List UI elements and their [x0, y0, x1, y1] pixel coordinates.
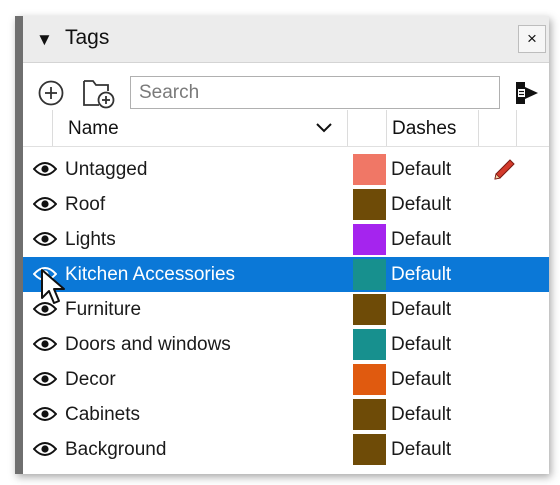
column-header: Name Dashes [23, 110, 549, 147]
eye-icon[interactable] [32, 301, 58, 322]
tag-name[interactable]: Kitchen Accessories [65, 264, 235, 286]
tag-row[interactable]: Decor Default [23, 362, 549, 397]
tag-name[interactable]: Cabinets [65, 404, 140, 426]
tag-row[interactable]: Kitchen Accessories Default [23, 257, 549, 292]
color-swatch[interactable] [353, 259, 386, 290]
color-swatch[interactable] [353, 154, 386, 185]
tag-name[interactable]: Doors and windows [65, 334, 231, 356]
close-button[interactable]: × [518, 25, 546, 53]
tag-row[interactable]: Lights Default [23, 222, 549, 257]
dashes-value[interactable]: Default [391, 334, 451, 356]
tags-toolbar [23, 63, 549, 117]
panel-title: Tags [65, 26, 110, 49]
color-column-header[interactable] [348, 110, 387, 146]
active-column-header[interactable] [479, 110, 517, 146]
dashes-value[interactable]: Default [391, 369, 451, 391]
dashes-column-header[interactable]: Dashes [387, 110, 479, 146]
panel-titlebar[interactable]: ▼ Tags × [23, 16, 549, 63]
tags-panel: ▼ Tags × Search Name Dashes Untagged Def… [15, 16, 549, 474]
circle-plus-icon[interactable] [37, 79, 65, 112]
tag-name[interactable]: Decor [65, 369, 116, 391]
pencil-icon[interactable] [491, 157, 517, 188]
chevron-down-icon[interactable] [315, 121, 333, 139]
eye-icon[interactable] [32, 441, 58, 462]
tag-name[interactable]: Furniture [65, 299, 141, 321]
dashes-value[interactable]: Default [391, 404, 451, 426]
tag-row[interactable]: Furniture Default [23, 292, 549, 327]
dashes-value[interactable]: Default [391, 159, 451, 181]
search-input[interactable] [131, 77, 499, 108]
color-swatch[interactable] [353, 434, 386, 465]
tag-name[interactable]: Lights [65, 229, 116, 251]
dashes-value[interactable]: Default [391, 194, 451, 216]
dashes-column-label: Dashes [392, 118, 457, 139]
tag-list: Untagged Default Roof Default Lights Default K… [23, 152, 549, 467]
color-swatch[interactable] [353, 364, 386, 395]
tag-row[interactable]: Roof Default [23, 187, 549, 222]
eye-icon[interactable] [32, 196, 58, 217]
eye-icon[interactable] [32, 371, 58, 392]
eye-icon[interactable] [32, 266, 58, 287]
dashes-value[interactable]: Default [391, 264, 451, 286]
color-swatch[interactable] [353, 294, 386, 325]
color-swatch[interactable] [353, 329, 386, 360]
eye-icon[interactable] [32, 336, 58, 357]
tag-row[interactable]: Cabinets Default [23, 397, 549, 432]
tag-row[interactable]: Background Default [23, 432, 549, 467]
collapse-triangle-icon[interactable]: ▼ [36, 30, 53, 50]
tag-row[interactable]: Doors and windows Default [23, 327, 549, 362]
name-column-header[interactable]: Name [53, 110, 348, 146]
dashes-value[interactable]: Default [391, 299, 451, 321]
tag-name[interactable]: Untagged [65, 159, 147, 181]
color-swatch[interactable] [353, 224, 386, 255]
name-column-label: Name [68, 118, 119, 139]
tag-name[interactable]: Background [65, 439, 166, 461]
visibility-column-header[interactable] [23, 110, 53, 146]
eye-icon[interactable] [32, 161, 58, 182]
color-swatch[interactable] [353, 189, 386, 220]
dashes-value[interactable]: Default [391, 439, 451, 461]
tag-row[interactable]: Untagged Default [23, 152, 549, 187]
eye-icon[interactable] [32, 231, 58, 252]
details-arrow-icon[interactable] [511, 79, 541, 112]
tag-name[interactable]: Roof [65, 194, 105, 216]
eye-icon[interactable] [32, 406, 58, 427]
color-swatch[interactable] [353, 399, 386, 430]
dashes-value[interactable]: Default [391, 229, 451, 251]
search-box[interactable] [130, 76, 500, 109]
